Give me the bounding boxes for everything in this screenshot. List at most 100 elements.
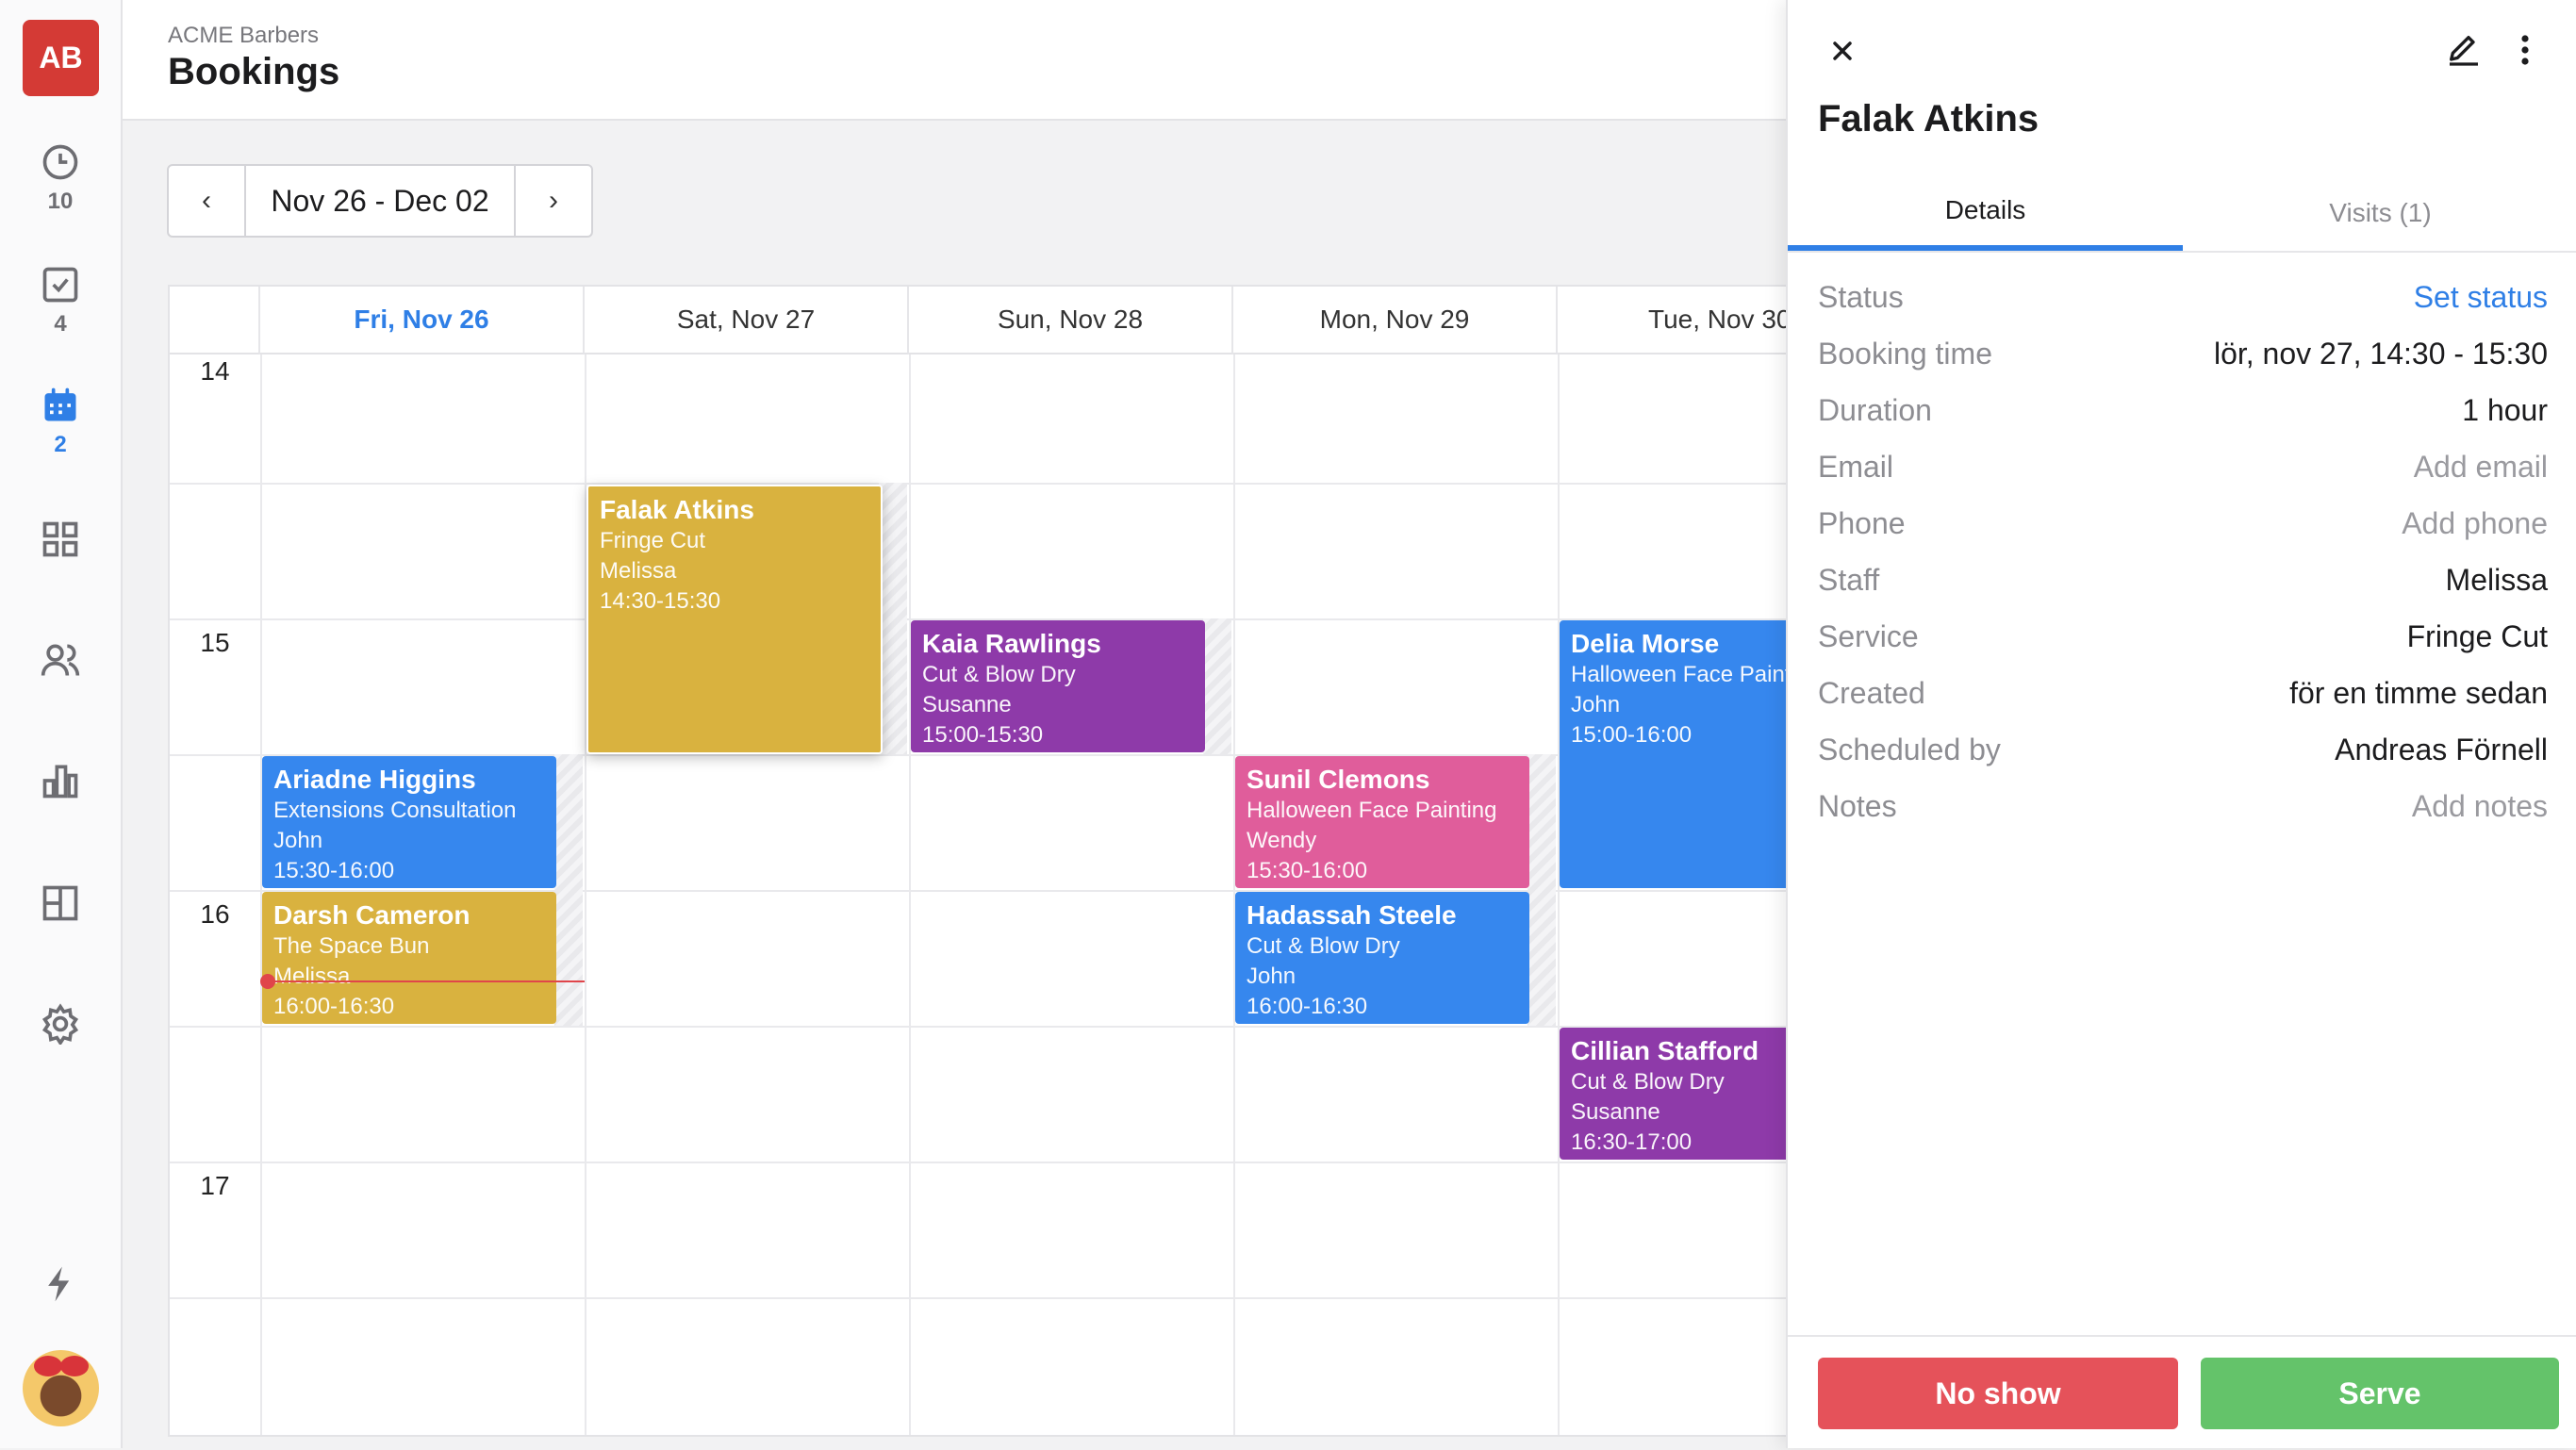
day-divider — [1558, 354, 1560, 1435]
more-vertical-icon[interactable] — [2506, 26, 2544, 74]
page-title: Bookings — [168, 51, 340, 92]
event-customer: Delia Morse — [1571, 629, 1720, 658]
half-hour-line — [170, 1026, 1788, 1028]
nav-item-bookings[interactable]: 2 — [0, 385, 121, 458]
booking-event-selected[interactable]: Falak Atkins Fringe Cut Melissa 14:30-15… — [586, 485, 883, 754]
event-customer: Hadassah Steele — [1247, 900, 1457, 930]
event-customer: Kaia Rawlings — [922, 629, 1101, 658]
unavailable-slot — [1203, 618, 1231, 754]
booking-event[interactable]: Cillian Stafford Cut & Blow Dry Susanne … — [1560, 1028, 1788, 1160]
org-name: ACME Barbers — [168, 23, 320, 48]
nav-item-customers[interactable] — [0, 639, 121, 681]
page-header: ACME Barbers Bookings — [123, 0, 1786, 121]
nav-item-whats-new[interactable] — [0, 1263, 121, 1305]
edit-pencil-icon[interactable] — [2440, 26, 2487, 74]
booking-event[interactable]: Sunil Clemons Halloween Face Painting We… — [1235, 756, 1529, 888]
detail-label: Scheduled by — [1818, 732, 2001, 766]
prev-week-button[interactable]: ‹ — [169, 166, 244, 236]
nav-item-settings[interactable] — [0, 1003, 121, 1045]
checkbox-icon — [42, 267, 78, 303]
detail-label: Notes — [1818, 788, 1897, 823]
event-service: Cut & Blow Dry — [1247, 933, 1400, 959]
detail-value[interactable]: Fringe Cut — [2407, 619, 2548, 654]
event-staff: Susanne — [922, 692, 1012, 717]
day-header-sat[interactable]: Sat, Nov 27 — [585, 287, 909, 354]
detail-value: för en timme sedan — [2289, 675, 2548, 710]
user-avatar[interactable] — [23, 1350, 99, 1426]
event-time: 15:00-15:30 — [922, 722, 1044, 748]
current-time-line — [268, 980, 585, 982]
event-service: Halloween Face Painting — [1571, 662, 1788, 687]
set-status-link[interactable]: Set status — [2414, 280, 2548, 315]
time-gutter-header — [170, 287, 260, 354]
sidebar: AB 10 4 2 — [0, 0, 123, 1448]
detail-row-created: Created för en timme sedan — [1818, 669, 2548, 717]
booking-event[interactable]: Ariadne Higgins Extensions Consultation … — [262, 756, 556, 888]
next-week-button[interactable]: › — [516, 166, 591, 236]
event-service: Fringe Cut — [600, 528, 706, 553]
nav-count: 2 — [54, 432, 67, 457]
add-phone-link[interactable]: Add phone — [2402, 506, 2548, 541]
booking-event[interactable]: Darsh Cameron The Space Bun Melissa 16:0… — [262, 892, 556, 1024]
event-service: The Space Bun — [273, 933, 430, 959]
detail-value[interactable]: lör, nov 27, 14:30 - 15:30 — [2214, 337, 2548, 371]
detail-row-phone: Phone Add phone — [1818, 500, 2548, 547]
detail-row-booking-time: Booking time lör, nov 27, 14:30 - 15:30 — [1818, 330, 2548, 377]
hour-label: 17 — [200, 1171, 230, 1200]
add-notes-link[interactable]: Add notes — [2412, 789, 2548, 824]
event-time: 15:00-16:00 — [1571, 722, 1693, 748]
detail-row-email: Email Add email — [1818, 443, 2548, 490]
nav-item-tasks[interactable]: 4 — [0, 264, 121, 338]
half-hour-line — [170, 1297, 1788, 1299]
detail-value: Andreas Förnell — [2335, 732, 2548, 766]
clock-icon — [42, 144, 78, 180]
nav-item-reports[interactable] — [0, 760, 121, 801]
event-customer: Falak Atkins — [600, 495, 754, 524]
booking-event[interactable]: Delia Morse Halloween Face Painting John… — [1560, 620, 1788, 888]
booking-event[interactable]: Kaia Rawlings Cut & Blow Dry Susanne 15:… — [911, 620, 1205, 752]
nav-count: 10 — [47, 189, 74, 214]
hour-label: 16 — [200, 899, 230, 929]
detail-tabs: Details Visits (1) — [1788, 175, 2576, 253]
day-header-fri[interactable]: Fri, Nov 26 — [260, 287, 585, 354]
detail-row-service: Service Fringe Cut — [1818, 613, 2548, 660]
detail-value[interactable]: Melissa — [2446, 563, 2548, 598]
event-staff: Melissa — [600, 558, 677, 584]
event-staff: John — [273, 828, 323, 853]
detail-row-duration: Duration 1 hour — [1818, 387, 2548, 434]
tab-visits[interactable]: Visits (1) — [2183, 175, 2576, 251]
day-header-tue[interactable]: Tue, Nov 30 — [1558, 287, 1788, 354]
event-service: Cut & Blow Dry — [922, 662, 1076, 687]
event-time: 14:30-15:30 — [600, 588, 721, 614]
day-header-sun[interactable]: Sun, Nov 28 — [909, 287, 1233, 354]
event-customer: Darsh Cameron — [273, 900, 471, 930]
event-service: Halloween Face Painting — [1247, 798, 1497, 823]
detail-row-notes: Notes Add notes — [1818, 783, 2548, 830]
nav-item-layout[interactable] — [0, 882, 121, 924]
booking-event[interactable]: Hadassah Steele Cut & Blow Dry John 16:0… — [1235, 892, 1529, 1024]
org-logo[interactable]: AB — [23, 20, 99, 96]
detail-label: Email — [1818, 449, 1894, 484]
event-time: 16:30-17:00 — [1571, 1129, 1693, 1155]
close-icon[interactable] — [1822, 30, 1863, 72]
event-time: 16:00-16:30 — [273, 994, 395, 1019]
detail-row-status: Status Set status — [1818, 273, 2548, 321]
nav-item-apps[interactable] — [0, 519, 121, 560]
unavailable-slot — [879, 483, 907, 754]
day-header-mon[interactable]: Mon, Nov 29 — [1233, 287, 1558, 354]
tab-details[interactable]: Details — [1788, 175, 2183, 251]
gear-icon — [41, 1003, 79, 1045]
apps-grid-icon — [42, 521, 78, 557]
add-email-link[interactable]: Add email — [2414, 450, 2548, 485]
event-time: 15:30-16:00 — [1247, 858, 1368, 883]
no-show-button[interactable]: No show — [1818, 1358, 2178, 1429]
hour-label: 14 — [200, 356, 230, 386]
date-range-label[interactable]: Nov 26 - Dec 02 — [244, 166, 516, 236]
bar-chart-icon — [42, 765, 78, 799]
serve-button[interactable]: Serve — [2201, 1358, 2559, 1429]
detail-label: Staff — [1818, 562, 1880, 597]
nav-item-queue[interactable]: 10 — [0, 141, 121, 215]
detail-label: Booking time — [1818, 336, 1992, 371]
customer-name: Falak Atkins — [1818, 98, 2039, 140]
event-service: Cut & Blow Dry — [1571, 1069, 1725, 1095]
